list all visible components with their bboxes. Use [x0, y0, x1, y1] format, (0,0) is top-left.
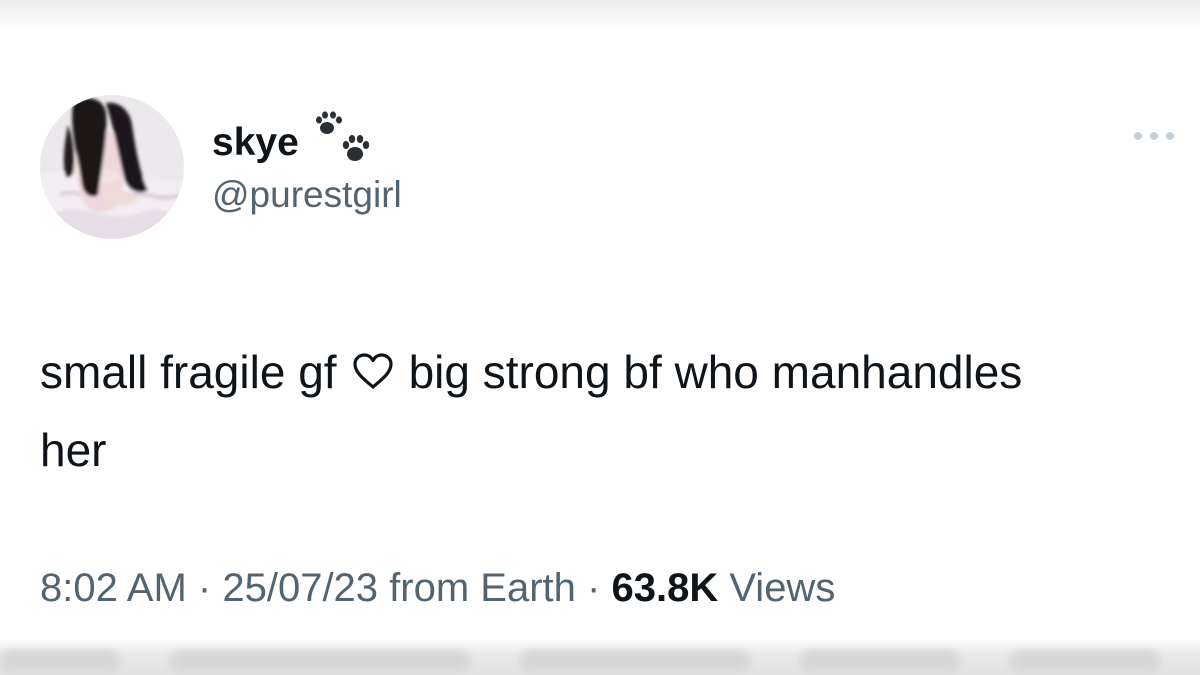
avatar[interactable]: [40, 95, 184, 239]
display-name[interactable]: skye: [212, 123, 299, 162]
bottom-edge-blur: [0, 640, 1200, 675]
tweet-text-part-1: small fragile gf: [40, 346, 337, 398]
tweet-text: small fragile gf big strong bf who manha…: [40, 333, 1040, 489]
user-handle[interactable]: @purestgirl: [212, 176, 402, 213]
tweet-metadata: 8:02 AM · 25/07/23 from Earth · 63.8K Vi…: [40, 568, 835, 608]
views-label: Views: [729, 566, 836, 610]
meta-separator: ·: [197, 566, 212, 610]
tweet-date-source[interactable]: 25/07/23 from Earth: [222, 566, 576, 610]
tweet-screenshot: skye @purestgirl small fragile gf big st…: [0, 0, 1200, 675]
more-horizontal-icon[interactable]: [1130, 124, 1178, 148]
display-name-row: skye: [212, 111, 379, 167]
views-count[interactable]: 63.8K: [611, 566, 718, 610]
heart-outline-icon: [352, 353, 393, 389]
meta-separator: ·: [587, 566, 601, 610]
avatar-image: [40, 95, 184, 239]
tweet-time[interactable]: 8:02 AM: [40, 566, 187, 610]
top-edge-blur: [0, 0, 1200, 32]
paw-prints-icon: [315, 111, 369, 161]
